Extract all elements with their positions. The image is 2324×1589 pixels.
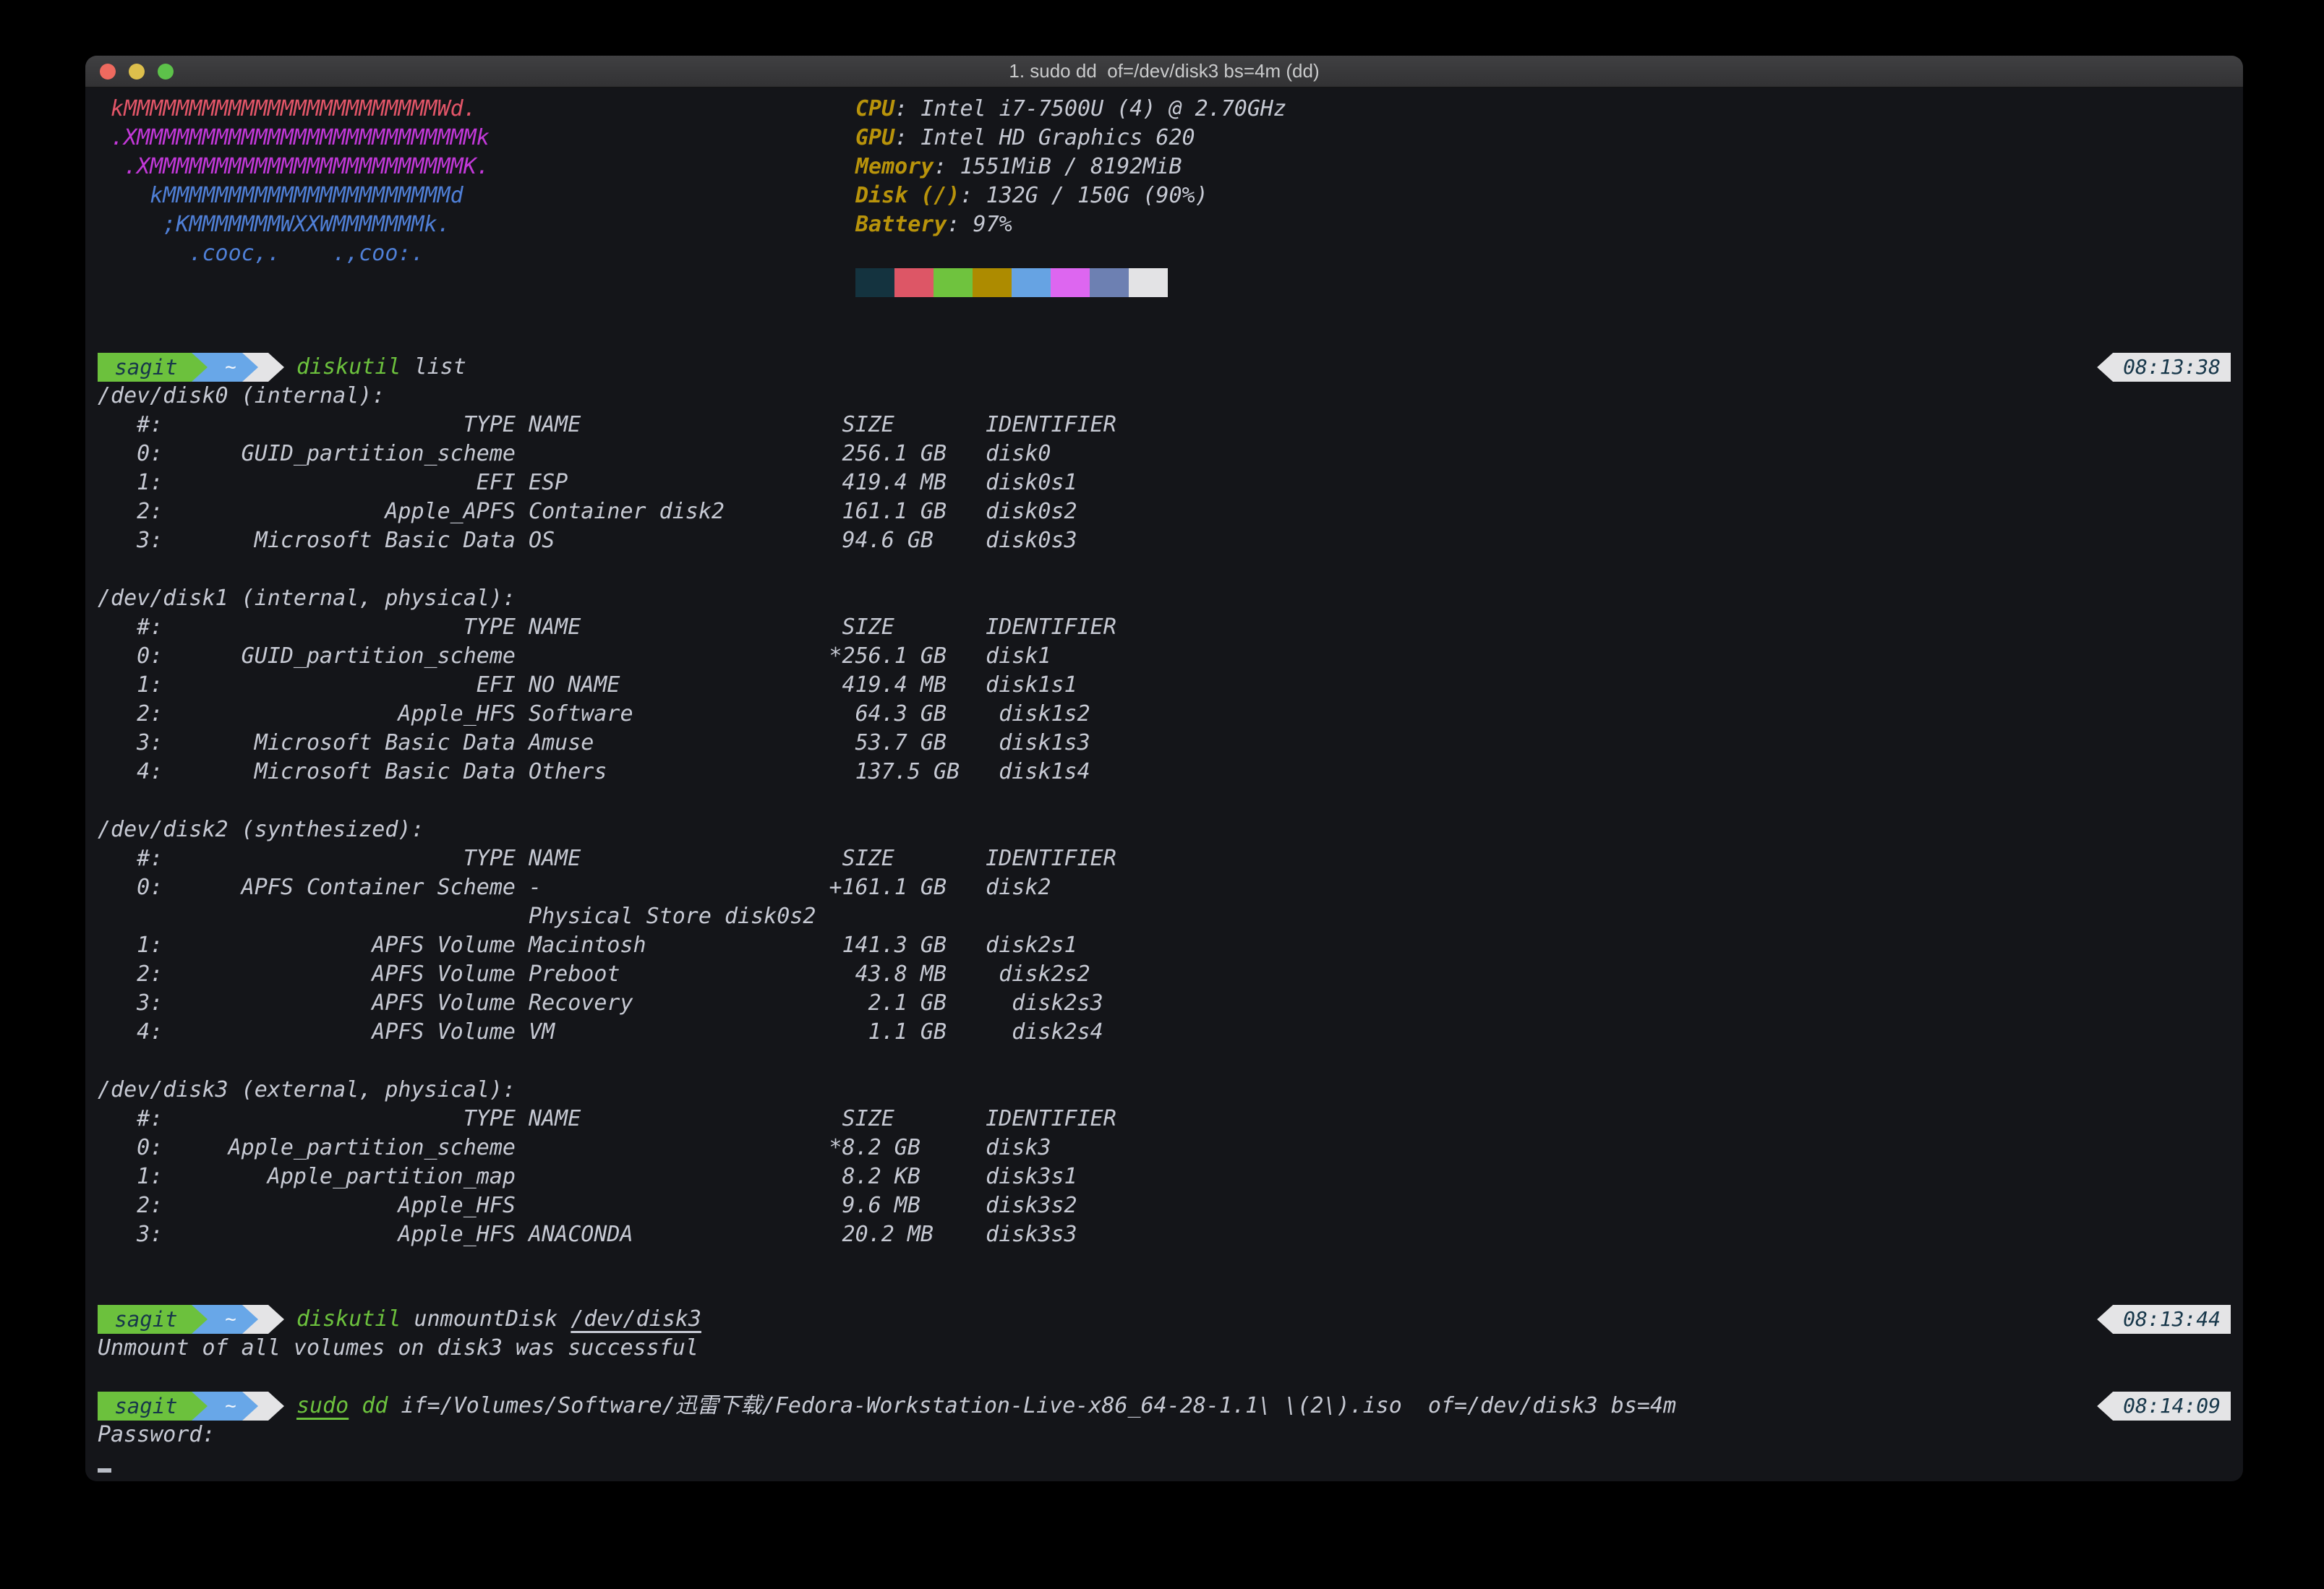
palette-swatch bbox=[1129, 268, 1168, 297]
command-token: unmountDisk bbox=[401, 1306, 571, 1332]
disk-table-row: 1: Apple_partition_map 8.2 KB disk3s1 bbox=[98, 1162, 2231, 1191]
terminal-screen[interactable]: kMMMMMMMMMMMMMMMMMMMMMMMMWd. .XMMMMMMMMM… bbox=[85, 87, 2243, 1481]
system-info-row: Battery: 97% bbox=[855, 210, 1286, 239]
timestamp-badge: 08:13:44 bbox=[2097, 1305, 2231, 1334]
command-token: sudo bbox=[296, 1393, 349, 1418]
palette-swatch bbox=[1090, 268, 1129, 297]
ascii-art-line: kMMMMMMMMMMMMMMMMMMMMMMMMWd. bbox=[98, 95, 855, 124]
palette-swatch bbox=[973, 268, 1012, 297]
prompt-line-1: sagit ~ diskutil list 08:13:38 bbox=[98, 353, 2231, 382]
info-value: : 97% bbox=[947, 212, 1012, 237]
password-prompt-line: Password: bbox=[98, 1421, 2231, 1449]
system-info-row: CPU: Intel i7-7500U (4) @ 2.70GHz bbox=[855, 95, 1286, 124]
disk-device-header: /dev/disk3 (external, physical): bbox=[98, 1076, 2231, 1105]
ascii-art-line: .XMMMMMMMMMMMMMMMMMMMMMMMMK. bbox=[98, 153, 855, 181]
disk-table-row: #: TYPE NAME SIZE IDENTIFIER bbox=[98, 844, 2231, 873]
timestamp-badge: 08:13:38 bbox=[2097, 353, 2231, 382]
ascii-art-line: kMMMMMMMMMMMMMMMMMMMMMMd bbox=[98, 181, 855, 210]
disk2-table: /dev/disk2 (synthesized): #: TYPE NAME S… bbox=[98, 815, 2231, 1047]
traffic-lights bbox=[100, 56, 174, 87]
disk-table-row: 0: Apple_partition_scheme *8.2 GB disk3 bbox=[98, 1134, 2231, 1162]
disk-table-row: 1: EFI ESP 419.4 MB disk0s1 bbox=[98, 468, 2231, 497]
disk-table-row: 1: APFS Volume Macintosh 141.3 GB disk2s… bbox=[98, 931, 2231, 960]
ascii-art-line: .cooc,. .,coo:. bbox=[98, 239, 855, 268]
command-token: /dev/disk3 bbox=[571, 1306, 701, 1332]
command-token: list bbox=[401, 354, 466, 380]
prompt-line-3: sagit ~ sudo dd if=/Volumes/Software/迅雷下… bbox=[98, 1392, 2231, 1421]
desktop: { "window": { "title": "1. sudo dd of=/d… bbox=[0, 0, 2324, 1589]
disk-table-row: 3: Apple_HFS ANACONDA 20.2 MB disk3s3 bbox=[98, 1220, 2231, 1249]
disk-table-row: 2: Apple_APFS Container disk2 161.1 GB d… bbox=[98, 497, 2231, 526]
info-value: : Intel HD Graphics 620 bbox=[894, 125, 1195, 150]
command-token: diskutil bbox=[296, 1306, 401, 1332]
command-text: diskutil unmountDisk /dev/disk3 bbox=[296, 1305, 701, 1334]
disk-table-row: 2: Apple_HFS Software 64.3 GB disk1s2 bbox=[98, 700, 2231, 729]
disk-table-row: 3: APFS Volume Recovery 2.1 GB disk2s3 bbox=[98, 989, 2231, 1018]
system-info-row: Disk (/): 132G / 150G (90%) bbox=[855, 181, 1286, 210]
command-token: dd bbox=[362, 1393, 388, 1418]
disk3-table: /dev/disk3 (external, physical): #: TYPE… bbox=[98, 1076, 2231, 1249]
disk-table-row: 2: Apple_HFS 9.6 MB disk3s2 bbox=[98, 1191, 2231, 1220]
info-value: : Intel i7-7500U (4) @ 2.70GHz bbox=[894, 96, 1286, 121]
ascii-art-line: .XMMMMMMMMMMMMMMMMMMMMMMMMMMk bbox=[98, 124, 855, 153]
disk-table-row: 0: GUID_partition_scheme 256.1 GB disk0 bbox=[98, 440, 2231, 468]
prompt-user-segment: sagit bbox=[98, 1392, 208, 1421]
info-label: Battery bbox=[855, 212, 947, 237]
prompt-user-segment: sagit bbox=[98, 353, 208, 382]
palette-swatch bbox=[1051, 268, 1090, 297]
apple-logo-ascii-art: kMMMMMMMMMMMMMMMMMMMMMMMMWd. .XMMMMMMMMM… bbox=[98, 95, 855, 297]
disk-table-row: #: TYPE NAME SIZE IDENTIFIER bbox=[98, 613, 2231, 642]
unmount-result-line: Unmount of all volumes on disk3 was succ… bbox=[98, 1334, 2231, 1363]
command-token: if=/Volumes/Software/迅雷下载/Fedora-Worksta… bbox=[388, 1393, 1676, 1418]
disk-table-row: 0: APFS Container Scheme - +161.1 GB dis… bbox=[98, 873, 2231, 902]
disk0-table: /dev/disk0 (internal): #: TYPE NAME SIZE… bbox=[98, 382, 2231, 555]
color-palette bbox=[855, 268, 1286, 297]
system-info-row: Memory: 1551MiB / 8192MiB bbox=[855, 153, 1286, 181]
system-info-row: GPU: Intel HD Graphics 620 bbox=[855, 124, 1286, 153]
palette-swatch bbox=[855, 268, 894, 297]
disk-table-row: 2: APFS Volume Preboot 43.8 MB disk2s2 bbox=[98, 960, 2231, 989]
timestamp-badge: 08:14:09 bbox=[2097, 1392, 2231, 1421]
prompt-user-segment: sagit bbox=[98, 1305, 208, 1334]
info-label: CPU bbox=[855, 96, 894, 121]
command-text: diskutil list bbox=[296, 353, 466, 382]
info-label: Memory bbox=[855, 154, 934, 179]
close-button-icon[interactable] bbox=[100, 64, 116, 80]
disk-table-row: 3: Microsoft Basic Data Amuse 53.7 GB di… bbox=[98, 729, 2231, 758]
disk-device-header: /dev/disk2 (synthesized): bbox=[98, 815, 2231, 844]
disk-table-row: #: TYPE NAME SIZE IDENTIFIER bbox=[98, 1105, 2231, 1134]
disk-table-row: 4: APFS Volume VM 1.1 GB disk2s4 bbox=[98, 1018, 2231, 1047]
title-bar[interactable]: 1. sudo dd of=/dev/disk3 bs=4m (dd) bbox=[85, 56, 2243, 87]
command-text: sudo dd if=/Volumes/Software/迅雷下载/Fedora… bbox=[296, 1392, 1676, 1421]
minimize-button-icon[interactable] bbox=[129, 64, 145, 80]
disk-table-row: 4: Microsoft Basic Data Others 137.5 GB … bbox=[98, 758, 2231, 787]
prompt-line-2: sagit ~ diskutil unmountDisk /dev/disk3 … bbox=[98, 1305, 2231, 1334]
system-fetch-block: kMMMMMMMMMMMMMMMMMMMMMMMMWd. .XMMMMMMMMM… bbox=[98, 95, 2231, 297]
disk-table-row: 1: EFI NO NAME 419.4 MB disk1s1 bbox=[98, 671, 2231, 700]
info-label: GPU bbox=[855, 125, 894, 150]
ascii-art-line: ;KMMMMMMMWXXWMMMMMMMk. bbox=[98, 210, 855, 239]
disk1-table: /dev/disk1 (internal, physical): #: TYPE… bbox=[98, 584, 2231, 787]
palette-swatch bbox=[894, 268, 934, 297]
disk-table-row: #: TYPE NAME SIZE IDENTIFIER bbox=[98, 411, 2231, 440]
disk-device-header: /dev/disk0 (internal): bbox=[98, 382, 2231, 411]
palette-swatch bbox=[934, 268, 973, 297]
command-token: diskutil bbox=[296, 354, 401, 380]
command-token bbox=[349, 1393, 362, 1418]
text-cursor bbox=[98, 1468, 111, 1473]
disk-table-row: 0: GUID_partition_scheme *256.1 GB disk1 bbox=[98, 642, 2231, 671]
fetch-info-list: CPU: Intel i7-7500U (4) @ 2.70GHzGPU: In… bbox=[855, 95, 1286, 239]
system-info-panel: CPU: Intel i7-7500U (4) @ 2.70GHzGPU: In… bbox=[855, 95, 1286, 297]
disk-table-row: Physical Store disk0s2 bbox=[98, 902, 2231, 931]
info-value: : 132G / 150G (90%) bbox=[960, 183, 1208, 208]
info-value: : 1551MiB / 8192MiB bbox=[934, 154, 1182, 179]
terminal-window: 1. sudo dd of=/dev/disk3 bs=4m (dd) kMMM… bbox=[85, 56, 2243, 1481]
disk-table-row: 3: Microsoft Basic Data OS 94.6 GB disk0… bbox=[98, 526, 2231, 555]
zoom-button-icon[interactable] bbox=[158, 64, 174, 80]
window-title: 1. sudo dd of=/dev/disk3 bs=4m (dd) bbox=[1009, 60, 1319, 82]
disk-device-header: /dev/disk1 (internal, physical): bbox=[98, 584, 2231, 613]
info-label: Disk (/) bbox=[855, 183, 960, 208]
cursor-line bbox=[98, 1449, 2231, 1478]
palette-swatch bbox=[1012, 268, 1051, 297]
